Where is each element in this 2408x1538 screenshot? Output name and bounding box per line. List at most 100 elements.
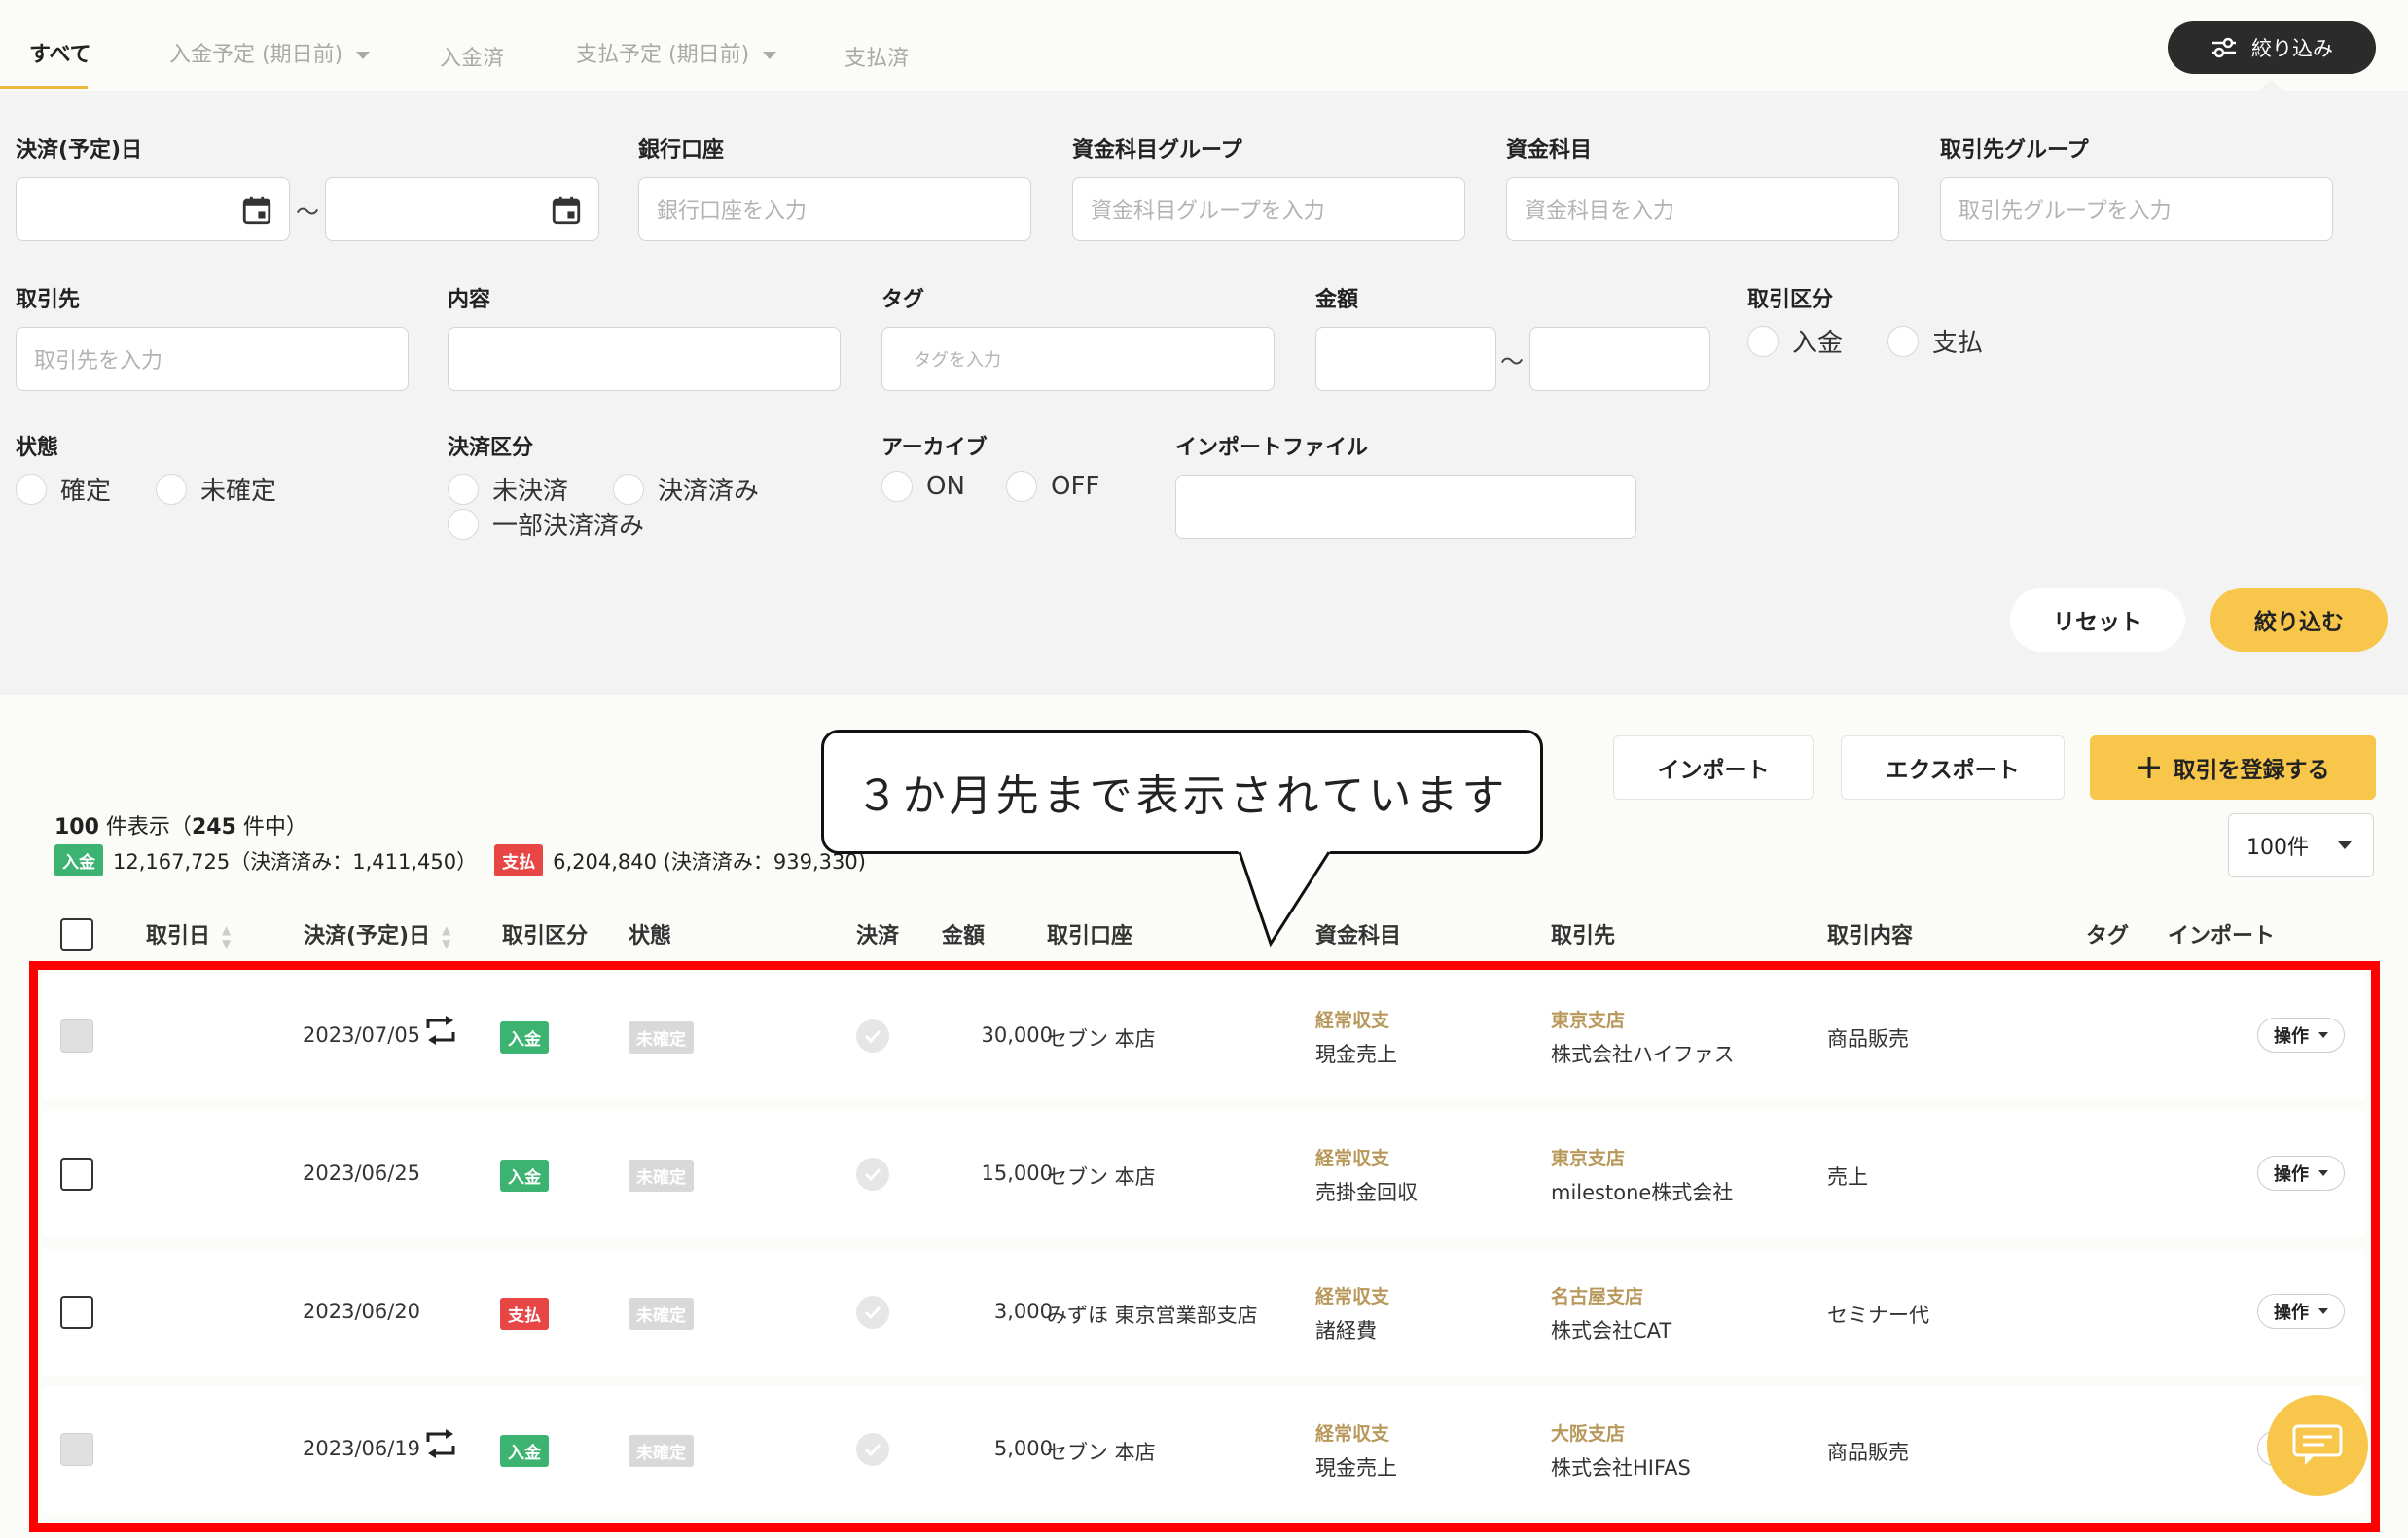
register-transaction-button[interactable]: 取引を登録する: [2090, 735, 2376, 800]
radio-circle: [1747, 325, 1779, 357]
type-radio-income[interactable]: 入金: [1747, 323, 1843, 359]
col-header-date[interactable]: 取引日 ▲ ▼: [146, 918, 231, 950]
tag-label: タグ: [881, 288, 925, 312]
settle-type-label: 決済区分: [448, 436, 534, 460]
chevron-down-icon: [2338, 841, 2352, 849]
fund-group-placeholder: 資金科目グループを入力: [1091, 199, 1325, 224]
settle-date-label: 決済(予定)日: [16, 138, 143, 162]
reset-button[interactable]: リセット: [2010, 588, 2185, 652]
partner-group-placeholder: 取引先グループを入力: [1959, 199, 2172, 224]
radio-circle: [1887, 325, 1919, 357]
tab-payment-scheduled[interactable]: 支払予定 (期日前): [576, 37, 777, 68]
count-total-suffix: 件中）: [235, 815, 307, 840]
col-header-bank: 取引口座: [1047, 924, 1133, 948]
content-label: 内容: [448, 288, 491, 312]
archive-label: アーカイブ: [881, 436, 988, 460]
import-button[interactable]: インポート: [1613, 735, 1814, 800]
partner-input[interactable]: 取引先を入力: [16, 327, 409, 391]
income-total: 12,167,725（決済済み：1,411,450）: [113, 849, 478, 874]
calendar-icon: [552, 196, 581, 225]
amount-from-input[interactable]: [1315, 327, 1496, 391]
tag-placeholder: タグを入力: [914, 350, 1001, 371]
callout-bubble: ３か月先まで表示されています: [821, 730, 1543, 854]
tab-label: 入金済: [440, 47, 505, 71]
partner-placeholder: 取引先を入力: [34, 349, 163, 374]
count-shown-suffix: 件表示（: [98, 815, 192, 840]
tab-payment-done[interactable]: 支払済: [845, 41, 909, 72]
archive-radio-off[interactable]: OFF: [1006, 471, 1099, 502]
tab-income-scheduled[interactable]: 入金予定 (期日前): [169, 37, 371, 68]
select-all-checkbox[interactable]: [60, 918, 93, 951]
tab-income-done[interactable]: 入金済: [440, 41, 504, 72]
partner-group-label: 取引先グループ: [1940, 138, 2089, 162]
apply-filter-button[interactable]: 絞り込む: [2210, 588, 2388, 652]
radio-label: 未決済: [492, 477, 569, 506]
export-button[interactable]: エクスポート: [1841, 735, 2065, 800]
tag-input[interactable]: タグを入力: [881, 327, 1275, 391]
content-input[interactable]: [448, 327, 841, 391]
radio-label: ON: [926, 472, 965, 501]
settle-date-to-field[interactable]: [325, 177, 599, 241]
fund-group-input[interactable]: 資金科目グループを入力: [1072, 177, 1465, 241]
radio-label: 一部決済済み: [492, 512, 645, 541]
expense-total: 6,204,840 (決済済み：939,330): [553, 849, 866, 874]
settle-radio-partial[interactable]: 一部決済済み: [448, 506, 644, 542]
callout-tail: [1238, 850, 1331, 948]
per-page-value: 100件: [2246, 836, 2309, 860]
bank-placeholder: 銀行口座を入力: [657, 199, 808, 224]
col-header-content: 取引内容: [1827, 924, 1914, 948]
bank-input[interactable]: 銀行口座を入力: [638, 177, 1031, 241]
amount-to-input[interactable]: [1529, 327, 1710, 391]
archive-radio-on[interactable]: ON: [881, 471, 965, 502]
active-tab-indicator: [0, 86, 88, 89]
expense-badge: 支払: [494, 844, 544, 876]
partner-group-input[interactable]: 取引先グループを入力: [1940, 177, 2333, 241]
status-radio-unconfirmed[interactable]: 未確定: [156, 471, 276, 507]
tab-label: すべて: [29, 43, 91, 67]
amount-label: 金額: [1315, 288, 1359, 312]
col-header-settle-date[interactable]: 決済(予定)日 ▲ ▼: [304, 918, 450, 950]
register-label: 取引を登録する: [2173, 758, 2330, 783]
filter-toggle-label: 絞り込み: [2251, 37, 2333, 60]
tab-label: 支払済: [845, 47, 910, 71]
filter-toggle-button[interactable]: 絞り込み: [2168, 21, 2376, 74]
per-page-select[interactable]: 100件: [2228, 813, 2374, 877]
header-label: 取引日: [146, 924, 211, 948]
income-badge: 入金: [54, 844, 103, 876]
plus-icon: [2138, 757, 2160, 778]
settle-radio-unsettled[interactable]: 未決済: [448, 471, 568, 507]
import-file-input[interactable]: [1175, 475, 1636, 539]
col-header-import: インポート: [2168, 924, 2276, 948]
sliders-icon: [2212, 37, 2236, 58]
col-header-amount: 金額: [942, 924, 986, 948]
fund-group-label: 資金科目グループ: [1072, 138, 1242, 162]
type-radio-expense[interactable]: 支払: [1887, 323, 1983, 359]
radio-label: 入金: [1792, 329, 1844, 358]
col-header-settled: 決済: [856, 924, 900, 948]
calendar-icon: [242, 196, 271, 225]
chat-button[interactable]: [2267, 1395, 2368, 1496]
col-header-partner: 取引先: [1551, 924, 1616, 948]
fund-placeholder: 資金科目を入力: [1525, 199, 1675, 224]
radio-label: 支払: [1932, 329, 1984, 358]
bank-label: 銀行口座: [638, 138, 725, 162]
radio-circle: [448, 473, 479, 505]
radio-circle: [881, 471, 913, 502]
settle-radio-settled[interactable]: 決済済み: [613, 471, 759, 507]
radio-label: 未確定: [200, 477, 277, 506]
settle-date-from-field[interactable]: [16, 177, 290, 241]
radio-circle: [448, 508, 479, 540]
col-header-type: 取引区分: [502, 924, 589, 948]
range-separator: 〜: [296, 198, 319, 226]
radio-circle: [613, 473, 644, 505]
radio-label: OFF: [1051, 472, 1100, 501]
col-header-tag: タグ: [2086, 924, 2130, 948]
sort-icon: ▲ ▼: [222, 923, 232, 950]
fund-label: 資金科目: [1506, 138, 1593, 162]
status-radio-confirmed[interactable]: 確定: [16, 471, 111, 507]
tab-all[interactable]: すべて: [29, 37, 91, 68]
status-label: 状態: [16, 436, 59, 460]
radio-circle: [156, 473, 187, 505]
fund-input[interactable]: 資金科目を入力: [1506, 177, 1899, 241]
radio-circle: [1006, 471, 1037, 502]
